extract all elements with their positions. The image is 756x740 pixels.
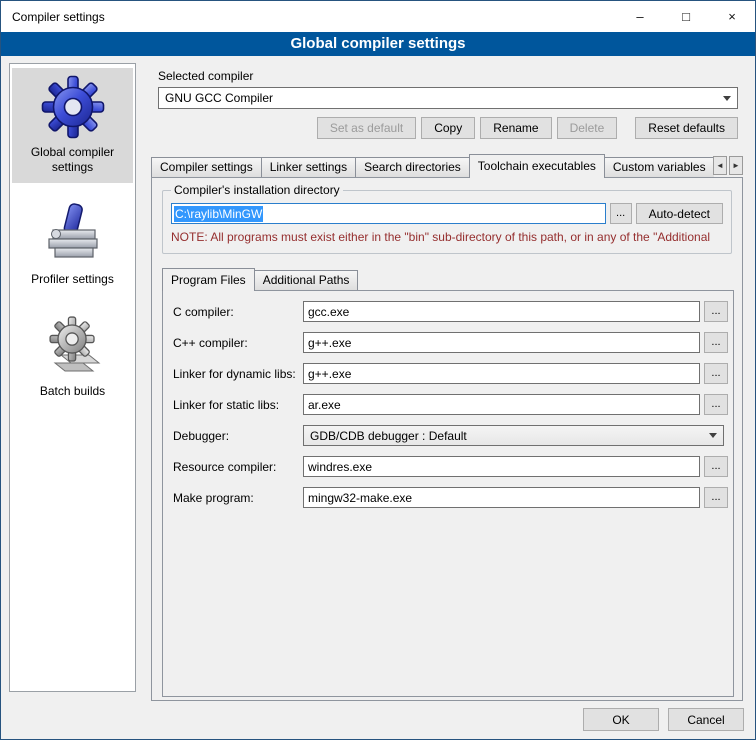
make-program-label: Make program: bbox=[173, 491, 303, 505]
installation-directory-input[interactable]: C:\raylib\MinGW bbox=[171, 203, 606, 224]
tab-scroll-right-button[interactable]: ► bbox=[729, 156, 743, 175]
browse-button[interactable]: ... bbox=[704, 301, 728, 322]
tab-linker-settings[interactable]: Linker settings bbox=[261, 157, 356, 177]
browse-button[interactable]: ... bbox=[704, 363, 728, 384]
note-text: NOTE: All programs must exist either in … bbox=[171, 230, 723, 244]
groupbox-title: Compiler's installation directory bbox=[171, 183, 343, 197]
sidebar-item-label: Profiler settings bbox=[31, 272, 114, 287]
chevron-down-icon bbox=[704, 427, 722, 444]
browse-button[interactable]: ... bbox=[704, 456, 728, 477]
field-row-c-compiler: C compiler: ... bbox=[173, 301, 728, 322]
tab-program-files[interactable]: Program Files bbox=[162, 268, 255, 291]
autodetect-button[interactable]: Auto-detect bbox=[636, 203, 723, 224]
debugger-label: Debugger: bbox=[173, 429, 303, 443]
set-as-default-button[interactable]: Set as default bbox=[317, 117, 416, 139]
tabs-clip: Compiler settings Linker settings Search… bbox=[151, 154, 714, 178]
selected-compiler-select[interactable]: GNU GCC Compiler bbox=[158, 87, 738, 109]
dynamic-linker-label: Linker for dynamic libs: bbox=[173, 367, 303, 381]
tab-toolchain-executables[interactable]: Toolchain executables bbox=[469, 154, 605, 178]
static-linker-input[interactable] bbox=[303, 394, 700, 415]
sidebar-item-label: Global compiler settings bbox=[14, 145, 131, 175]
program-files-panel: C compiler: ... C++ compiler: ... Linker… bbox=[162, 290, 734, 697]
minimize-icon: – bbox=[636, 9, 643, 24]
maximize-button[interactable]: □ bbox=[663, 1, 709, 32]
cancel-button[interactable]: Cancel bbox=[668, 708, 744, 731]
debugger-select[interactable]: GDB/CDB debugger : Default bbox=[303, 425, 724, 446]
copy-button[interactable]: Copy bbox=[421, 117, 475, 139]
sidebar: Global compiler settings Profiler se bbox=[9, 63, 136, 692]
window-title: Compiler settings bbox=[1, 1, 617, 32]
installation-directory-group: Compiler's installation directory C:\ray… bbox=[162, 190, 732, 254]
titlebar[interactable]: Compiler settings – □ × bbox=[1, 1, 755, 32]
resource-compiler-label: Resource compiler: bbox=[173, 460, 303, 474]
field-row-cpp-compiler: C++ compiler: ... bbox=[173, 332, 728, 353]
program-files-tabs: Program Files Additional Paths bbox=[162, 268, 358, 291]
c-compiler-input[interactable] bbox=[303, 301, 700, 322]
tab-custom-variables[interactable]: Custom variables bbox=[604, 157, 714, 177]
field-row-resource-compiler: Resource compiler: ... bbox=[173, 456, 728, 477]
chevron-down-icon bbox=[718, 89, 736, 107]
profiler-tool-icon bbox=[41, 202, 105, 266]
sidebar-item-profiler-settings[interactable]: Profiler settings bbox=[12, 195, 133, 295]
close-button[interactable]: × bbox=[709, 1, 755, 32]
selected-compiler-label: Selected compiler bbox=[158, 69, 739, 83]
close-icon: × bbox=[728, 9, 736, 24]
tab-scroller: ◄ ► bbox=[713, 156, 743, 175]
browse-directory-button[interactable]: ... bbox=[610, 203, 632, 224]
sidebar-item-batch-builds[interactable]: Batch builds bbox=[12, 307, 133, 407]
compiler-notebook-tabs: Compiler settings Linker settings Search… bbox=[151, 154, 743, 178]
cpp-compiler-label: C++ compiler: bbox=[173, 336, 303, 350]
installation-directory-value: C:\raylib\MinGW bbox=[174, 206, 263, 222]
dynamic-linker-input[interactable] bbox=[303, 363, 700, 384]
rename-button[interactable]: Rename bbox=[480, 117, 551, 139]
sidebar-item-label: Batch builds bbox=[40, 384, 105, 399]
tab-additional-paths[interactable]: Additional Paths bbox=[254, 270, 359, 290]
page-title: Global compiler settings bbox=[1, 32, 755, 56]
compiler-gear-icon bbox=[41, 75, 105, 139]
main-panel: Selected compiler GNU GCC Compiler Set a… bbox=[146, 63, 749, 703]
browse-button[interactable]: ... bbox=[704, 332, 728, 353]
debugger-value: GDB/CDB debugger : Default bbox=[310, 429, 467, 443]
dialog-footer: OK Cancel bbox=[583, 708, 744, 731]
batch-builds-icon bbox=[41, 314, 105, 378]
selected-compiler-value: GNU GCC Compiler bbox=[165, 91, 273, 105]
field-row-static-linker: Linker for static libs: ... bbox=[173, 394, 728, 415]
browse-button[interactable]: ... bbox=[704, 487, 728, 508]
compiler-settings-window: Compiler settings – □ × Global compiler … bbox=[0, 0, 756, 740]
field-row-debugger: Debugger: GDB/CDB debugger : Default bbox=[173, 425, 728, 446]
delete-button[interactable]: Delete bbox=[557, 117, 618, 139]
ok-button[interactable]: OK bbox=[583, 708, 659, 731]
c-compiler-label: C compiler: bbox=[173, 305, 303, 319]
button-spacer bbox=[622, 117, 630, 139]
static-linker-label: Linker for static libs: bbox=[173, 398, 303, 412]
maximize-icon: □ bbox=[682, 9, 690, 24]
browse-button[interactable]: ... bbox=[704, 394, 728, 415]
compiler-actions: Set as default Copy Rename Delete Reset … bbox=[158, 117, 738, 139]
make-program-input[interactable] bbox=[303, 487, 700, 508]
reset-defaults-button[interactable]: Reset defaults bbox=[635, 117, 738, 139]
tab-search-directories[interactable]: Search directories bbox=[355, 157, 470, 177]
installation-directory-row: C:\raylib\MinGW ... Auto-detect bbox=[171, 203, 723, 224]
cpp-compiler-input[interactable] bbox=[303, 332, 700, 353]
field-row-make-program: Make program: ... bbox=[173, 487, 728, 508]
tab-compiler-settings[interactable]: Compiler settings bbox=[151, 157, 262, 177]
field-row-dynamic-linker: Linker for dynamic libs: ... bbox=[173, 363, 728, 384]
toolchain-executables-page: Compiler's installation directory C:\ray… bbox=[151, 177, 743, 701]
resource-compiler-input[interactable] bbox=[303, 456, 700, 477]
minimize-button[interactable]: – bbox=[617, 1, 663, 32]
sidebar-item-global-compiler-settings[interactable]: Global compiler settings bbox=[12, 68, 133, 183]
tab-scroll-left-button[interactable]: ◄ bbox=[713, 156, 727, 175]
